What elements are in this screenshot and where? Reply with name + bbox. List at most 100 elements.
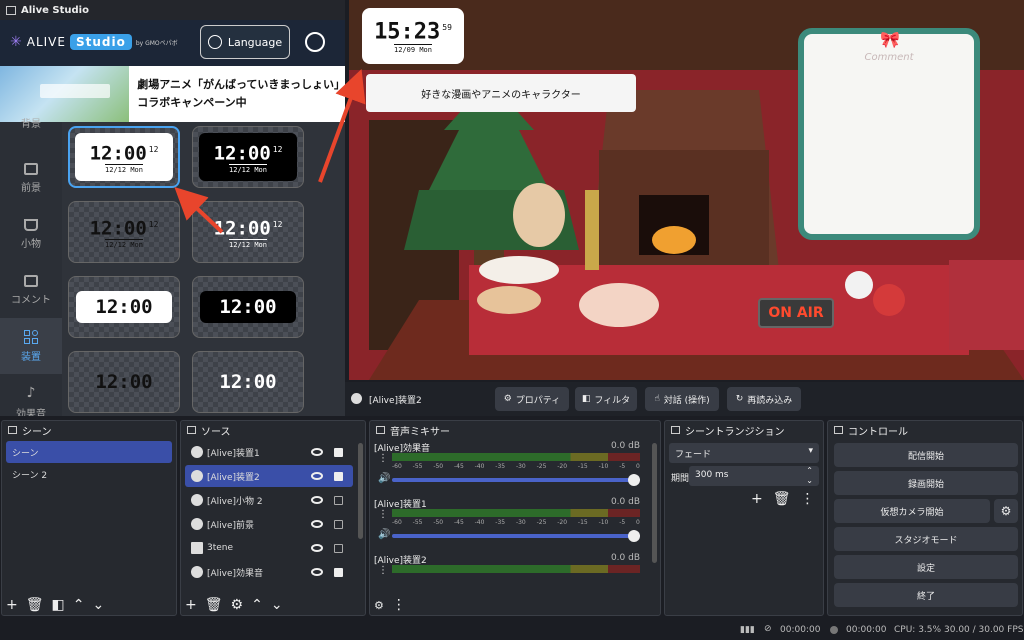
trash-icon[interactable]: 🗑 [773,491,791,507]
mixer-settings-icon[interactable]: ⚙ [374,599,384,612]
start-streaming-button[interactable]: 配信開始 [834,443,1018,467]
record-status-icon [830,626,838,634]
dock-icon [187,426,196,434]
level-meter [392,453,640,461]
channel-db: 0.0 dB [610,441,640,451]
lock-icon[interactable] [334,495,343,505]
selected-source-name: [Alive]装置2 [369,396,422,406]
dock-title: コントロール [848,426,908,438]
dock-title: シーン [22,426,52,438]
controls-dock: コントロール 配信開始 録画開始 仮想カメラ開始 ⚙ スタジオモード 設定 終了 [827,420,1023,616]
more-icon[interactable]: ⋮ [801,491,815,507]
channel-menu-icon[interactable]: ⋮ [378,509,388,520]
duration-label: 期間 [671,474,690,484]
transition-select[interactable]: フェード ▾ [669,443,819,463]
start-recording-button[interactable]: 録画開始 [834,471,1018,495]
virtual-camera-settings-button[interactable]: ⚙ [994,499,1018,523]
source-item[interactable]: [Alive]効果音 [185,561,353,583]
slider-knob[interactable] [628,530,640,542]
channel-db: 0.0 dB [610,553,640,563]
slider-knob[interactable] [628,474,640,486]
speaker-icon[interactable]: 🔊 [378,473,390,484]
mixer-channel: [Alive]装置1 0.0 dB ⋮ -60 -55 -50 -45 -40 -35 -3… [374,497,646,549]
source-icon [191,518,203,530]
signal-icon: ▮▮▮ [740,625,755,635]
dock-icon [8,426,17,434]
chevron-up-icon[interactable]: ⌃ [73,597,85,613]
volume-slider[interactable] [392,474,640,486]
source-item[interactable]: [Alive]前景 [185,513,353,535]
stepper-icon[interactable]: ⌃ ⌄ [806,466,813,486]
lock-icon[interactable] [334,471,343,481]
channel-menu-icon[interactable]: ⋮ [378,565,388,576]
lock-icon[interactable] [334,519,343,529]
stream-status-icon: ⊘ [764,624,772,634]
mixer-scrollbar[interactable] [652,443,657,563]
arrow-to-tile [174,187,224,234]
chevron-down-icon: ▾ [808,446,813,456]
dock-icon [376,426,385,434]
eye-icon[interactable] [311,568,323,576]
sources-dock: ソース [Alive]装置1 [Alive]装置2 [Alive]小物 2 [A… [180,420,366,616]
gear-icon: ⚙ [503,394,512,404]
gear-icon: ⚙ [1000,504,1012,518]
mixer-channel: [Alive]効果音 0.0 dB ⋮ -60 -55 -50 -45 -40 -35 -3… [374,441,646,493]
reload-button[interactable]: ↻ 再読み込み [727,387,801,411]
sources-scrollbar[interactable] [358,443,363,539]
source-icon [191,494,203,506]
interact-button[interactable]: ☝ 対話 (操作) [645,387,719,411]
chevron-down-icon[interactable]: ⌄ [271,597,283,613]
eye-icon[interactable] [311,472,323,480]
source-toolbar: [Alive]装置2 ⚙ プロパティ ◧ フィルタ ☝ 対話 (操作) ↻ 再読み込み [345,382,1024,416]
gear-icon[interactable]: ⚙ [231,597,244,613]
volume-slider[interactable] [392,530,640,542]
more-icon[interactable]: ⋮ [392,597,406,613]
properties-button[interactable]: ⚙ プロパティ [495,387,569,411]
transitions-dock: シーントランジション フェード ▾ 期間 300 ms ⌃ ⌄ + 🗑 ⋮ [664,420,824,616]
eye-icon[interactable] [311,496,323,504]
add-icon[interactable]: + [6,597,18,613]
scene-item[interactable]: シーン 2 [6,463,172,485]
trash-icon[interactable]: 🗑 [26,597,44,613]
stream-time: 00:00:00 [780,625,821,635]
studio-mode-button[interactable]: スタジオモード [834,527,1018,551]
lock-icon[interactable] [334,543,343,553]
speaker-icon[interactable]: 🔊 [378,529,390,540]
source-item[interactable]: [Alive]装置2 [185,465,353,487]
channel-menu-icon[interactable]: ⋮ [378,453,388,464]
dock-title: ソース [201,426,231,438]
source-item[interactable]: [Alive]小物 2 [185,489,353,511]
add-icon[interactable]: + [751,491,763,507]
chevron-down-icon[interactable]: ⌄ [92,597,104,613]
status-bar: ▮▮▮ ⊘ 00:00:00 00:00:00 CPU: 3.5% 30.00 … [0,620,1024,640]
scenes-dock: シーン シーン シーン 2 + 🗑 ◧ ⌃ ⌄ [1,420,177,616]
exit-button[interactable]: 終了 [834,583,1018,607]
eye-icon[interactable] [311,448,323,456]
lock-icon[interactable] [334,567,343,577]
add-icon[interactable]: + [185,597,197,613]
filters-button[interactable]: ◧ フィルタ [575,387,637,411]
cpu-usage: CPU: 3.5% [894,625,942,635]
level-meter [392,509,640,517]
source-item[interactable]: 3tene [185,537,353,559]
meter-ticks: -60 -55 -50 -45 -40 -35 -30 -25 -20 -15 -10 -5 0 [392,463,640,470]
scene-item[interactable]: シーン [6,441,172,463]
trash-icon[interactable]: 🗑 [205,597,223,613]
level-meter [392,565,640,573]
eye-icon[interactable] [311,520,323,528]
start-virtual-camera-button[interactable]: 仮想カメラ開始 [834,499,990,523]
channel-db: 0.0 dB [610,497,640,507]
record-time: 00:00:00 [846,625,887,635]
duration-input[interactable]: 300 ms ⌃ ⌄ [689,466,819,486]
lock-icon[interactable] [334,447,343,457]
source-item[interactable]: [Alive]装置1 [185,441,353,463]
filter-icon[interactable]: ◧ [52,597,65,613]
source-icon [191,446,203,458]
eye-icon[interactable] [311,544,323,552]
settings-button[interactable]: 設定 [834,555,1018,579]
fps-readout: 30.00 / 30.00 FPS [944,625,1024,635]
dock-title: シーントランジション [685,426,785,438]
source-icon [191,566,203,578]
chevron-up-icon[interactable]: ⌃ [251,597,263,613]
reload-icon: ↻ [735,394,744,404]
